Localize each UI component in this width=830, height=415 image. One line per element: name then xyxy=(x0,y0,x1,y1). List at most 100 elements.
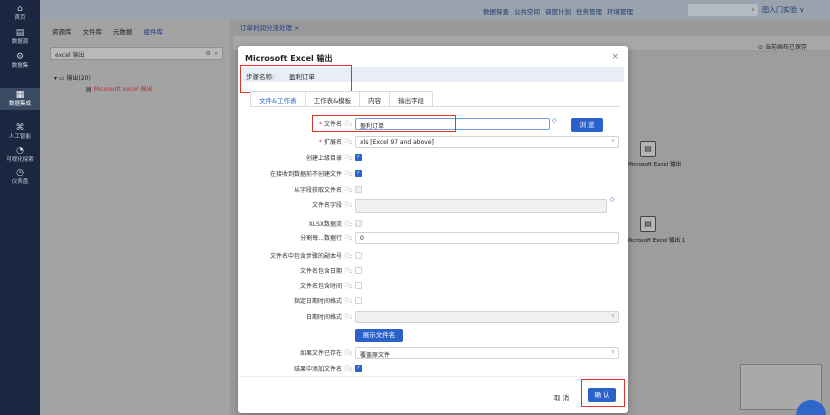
integration-icon: ▦ xyxy=(15,90,25,100)
cancel-button[interactable]: 取 消 xyxy=(554,392,569,402)
search-icon[interactable]: ⚙ ⌕ xyxy=(205,50,218,58)
help-icon: ⓘ xyxy=(343,202,350,209)
no-create-checkbox[interactable]: ✓ xyxy=(355,170,362,177)
tab-resource[interactable]: 资源库 xyxy=(52,26,72,36)
top-menu: 数据探查 公共空间 调度计划 任务管理 环境管理 xyxy=(483,6,633,16)
help-icon: ⓘ xyxy=(343,155,350,162)
chart-icon: ◔ xyxy=(16,146,24,156)
tabs-divider xyxy=(250,106,620,107)
row-split: 分割每...数据行 ⓘ: 0 xyxy=(238,232,628,244)
row-include-date: 文件名包含日期 ⓘ: xyxy=(238,265,628,277)
workflow-tab[interactable]: 订单利润分流处理 × xyxy=(240,22,300,32)
excel-output-dialog: Microsoft Excel 输出 × 步骤名称: 盈利订单 文件&工作表 工… xyxy=(238,46,628,413)
ai-icon: ⌘ xyxy=(15,123,25,133)
row-datetime-format: 日期时间格式 ⓘ: ∨ xyxy=(238,311,628,323)
top-user-menu[interactable]: 图入门实验 ∨ xyxy=(762,5,804,15)
browse-button[interactable]: 浏 览 xyxy=(571,118,603,132)
filename-field-input[interactable] xyxy=(355,199,607,213)
tab-files[interactable]: 文件库 xyxy=(83,26,103,36)
extension-select[interactable]: xls [Excel 97 and above] ∨ xyxy=(355,136,619,148)
row-if-exists: 如果文件已存在 ⓘ: 覆盖原文件 ∨ xyxy=(238,347,628,359)
help-icon: ⓘ xyxy=(343,221,350,228)
tab-metadata[interactable]: 元数据 xyxy=(113,26,133,36)
help-icon: ⓘ xyxy=(343,187,350,194)
nav-dashboard[interactable]: ◷ 仪表盘 xyxy=(0,166,40,188)
dashboard-icon: ◷ xyxy=(16,168,24,178)
help-icon: ⓘ xyxy=(343,366,350,373)
show-filename-button[interactable]: 展示文件名 xyxy=(355,329,403,342)
highlight-confirm xyxy=(581,379,625,407)
copy-no-checkbox[interactable] xyxy=(355,252,362,259)
nav-visual[interactable]: ◔ 可视化探索 xyxy=(0,144,40,166)
left-nav: ⌂ 首页 ▤ 数据源 ⚙ 数据集 ▦ 数据集成 ⌘ 人工智能 ◔ 可视化探索 ◷ 仪表盘 xyxy=(0,0,40,415)
menu-explore[interactable]: 数据探查 xyxy=(483,6,509,16)
help-icon: ⓘ xyxy=(343,268,350,275)
dialog-footer-divider xyxy=(238,376,628,377)
create-parent-checkbox[interactable]: ✓ xyxy=(355,154,362,161)
menu-env[interactable]: 环境管理 xyxy=(607,6,633,16)
tab-file-sheet[interactable]: 文件&工作表 xyxy=(250,91,306,106)
row-create-parent: 创建上级目录 ⓘ: ✓ xyxy=(306,154,362,162)
row-filename-field: 文件名字段 ⓘ: ◇ xyxy=(238,196,628,213)
help-icon: ⓘ xyxy=(343,283,350,290)
include-date-checkbox[interactable] xyxy=(355,267,362,274)
specify-format-checkbox[interactable] xyxy=(355,297,362,304)
top-bar: 数据探查 公共空间 调度计划 任务管理 环境管理 ∨ 图入门实验 ∨ xyxy=(40,0,830,20)
tab-sheet-template[interactable]: 工作表&模板 xyxy=(304,91,361,106)
chevron-down-icon: ∨ xyxy=(610,138,615,144)
component-search-input[interactable]: excel 输出 ⚙ ⌕ xyxy=(50,47,223,60)
row-add-result: 结果中添加文件名 ⓘ: ✓ xyxy=(294,365,362,373)
chevron-down-icon: ∨ xyxy=(610,313,615,319)
variable-icon[interactable]: ◇ xyxy=(552,117,557,124)
help-icon: ⓘ xyxy=(343,314,350,321)
from-field-checkbox[interactable] xyxy=(355,186,362,193)
datetime-format-select[interactable]: ∨ xyxy=(355,311,619,323)
help-icon: ⓘ xyxy=(343,171,350,178)
nav-home[interactable]: ⌂ 首页 xyxy=(0,2,40,24)
menu-tasks[interactable]: 任务管理 xyxy=(576,6,602,16)
menu-schedule[interactable]: 调度计划 xyxy=(545,6,571,16)
tab-output-fields[interactable]: 输出字段 xyxy=(389,91,434,106)
nav-dataset[interactable]: ⚙ 数据集 xyxy=(0,50,40,72)
dialog-title: Microsoft Excel 输出 xyxy=(245,54,333,63)
saved-status: ⊙ 当前画布已保存 xyxy=(758,44,807,51)
variable-icon[interactable]: ◇ xyxy=(610,196,615,203)
split-rows-input[interactable]: 0 xyxy=(355,232,619,244)
excel-node-icon: ▤ xyxy=(644,144,652,153)
tab-components[interactable]: 组件库 xyxy=(144,26,164,36)
tree-item-excel-output[interactable]: ▤ Microsoft excel 输出 xyxy=(86,84,152,93)
tree-group-output[interactable]: ▾ ▭ 输出(20) xyxy=(54,73,91,82)
chevron-down-icon: ∨ xyxy=(610,349,615,355)
dataset-icon: ⚙ xyxy=(15,52,25,62)
xlsx-stream-checkbox[interactable] xyxy=(355,220,362,227)
row-copy-no: 文件名中包含步骤的副本号 ⓘ: xyxy=(238,250,628,262)
row-include-time: 文件名包含时间 ⓘ: xyxy=(238,280,628,292)
component-panel: 资源库 文件库 元数据 组件库 excel 输出 ⚙ ⌕ ▾ ▭ 输出(20) … xyxy=(40,20,230,415)
dialog-tabs: 文件&工作表 工作表&模板 内容 输出字段 xyxy=(250,91,434,106)
highlight-filename xyxy=(312,115,456,132)
nav-datasource[interactable]: ▤ 数据源 xyxy=(0,26,40,48)
nav-integration[interactable]: ▦ 数据集成 xyxy=(0,88,40,110)
highlight-step-name xyxy=(240,65,352,93)
include-time-checkbox[interactable] xyxy=(355,282,362,289)
menu-public[interactable]: 公共空间 xyxy=(514,6,540,16)
add-result-checkbox[interactable]: ✓ xyxy=(355,365,362,372)
nav-ai[interactable]: ⌘ 人工智能 xyxy=(0,121,40,143)
if-exists-select[interactable]: 覆盖原文件 ∨ xyxy=(355,347,619,359)
top-project-select[interactable]: ∨ xyxy=(688,4,758,16)
help-icon: ⓘ xyxy=(343,139,350,146)
node-1-label: Microsoft Excel 输出 xyxy=(627,162,682,168)
excel-output-node-2[interactable]: ▤ xyxy=(640,216,656,232)
help-icon: ⓘ xyxy=(343,235,350,242)
row-no-create: 在接收到数据前不创建文件 ⓘ: ✓ xyxy=(270,170,362,178)
excel-output-node-1[interactable]: ▤ xyxy=(640,141,656,157)
excel-node-icon: ▤ xyxy=(644,219,652,228)
tab-content[interactable]: 内容 xyxy=(359,91,391,106)
database-icon: ▤ xyxy=(15,28,25,38)
node-2-label: Microsoft Excel 输出 1 xyxy=(626,238,686,244)
help-icon: ⓘ xyxy=(343,253,350,260)
close-icon[interactable]: × xyxy=(611,52,619,62)
home-icon: ⌂ xyxy=(17,4,23,14)
row-specify-format: 指定日期时间格式 ⓘ: xyxy=(238,295,628,307)
row-extension: * 扩展名 ⓘ: xls [Excel 97 and above] ∨ xyxy=(238,136,628,148)
